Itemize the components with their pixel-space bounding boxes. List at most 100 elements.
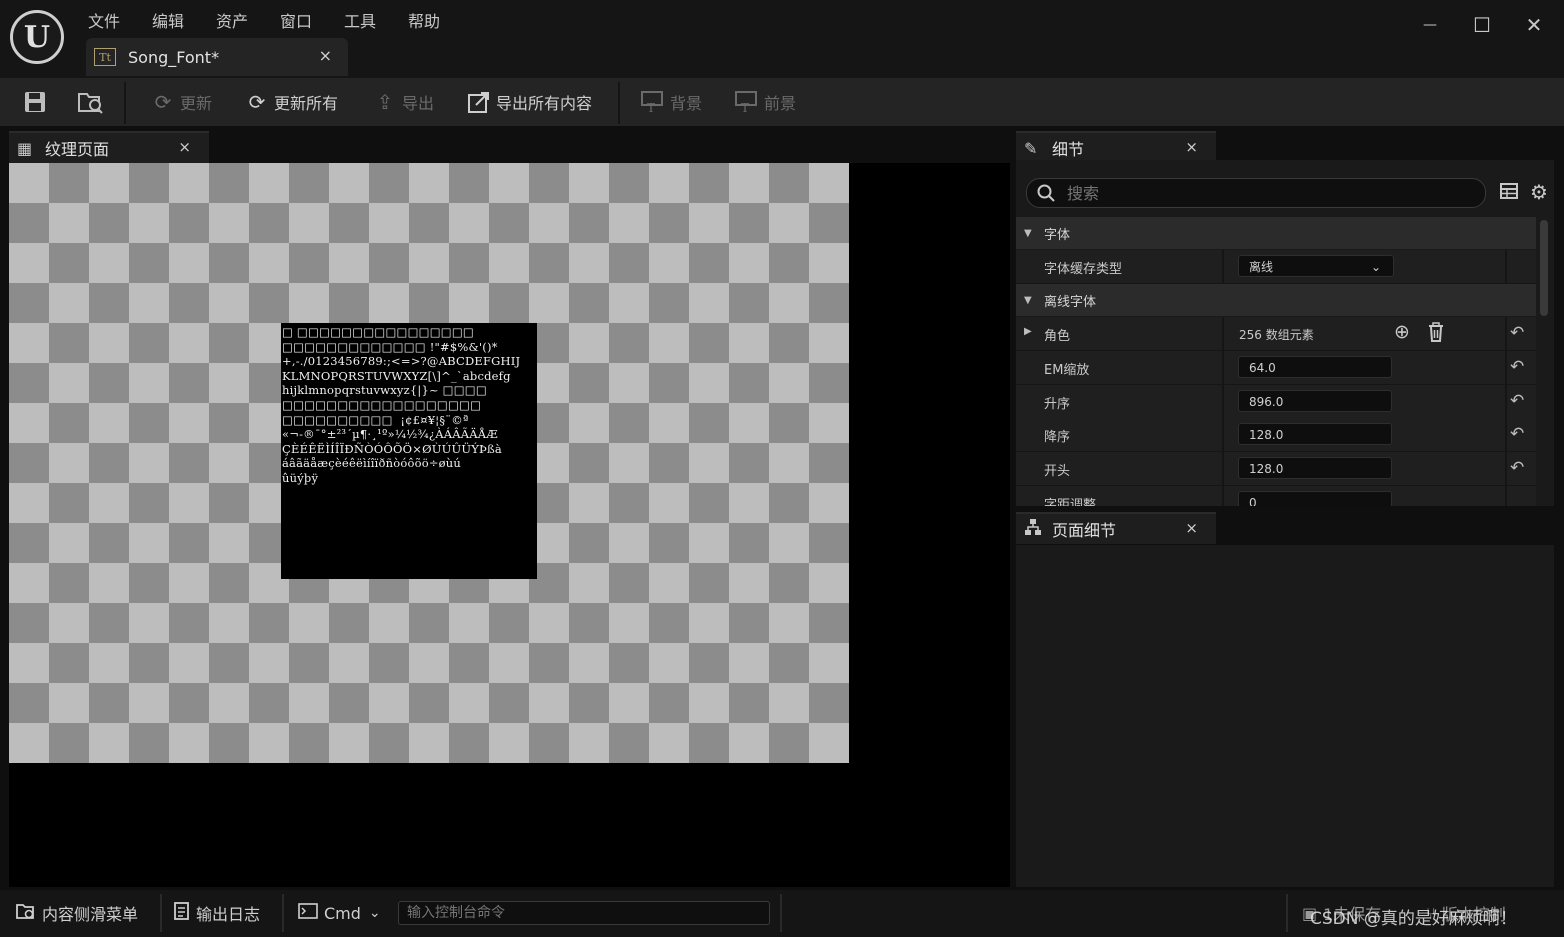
terminal-icon [298, 903, 318, 923]
details-panel: ⚙ ▼ 字体 字体缓存类型 离线 ⌄ ▼ 离线字体 ▶ 角色 256 数组元素 … [1016, 160, 1554, 506]
export-icon: ⇪ [376, 90, 394, 114]
kerning-input[interactable]: 0 [1238, 491, 1392, 506]
font-atlas-line: □□□□□□□□□□□□□ !"#$%&'()* [282, 339, 498, 354]
details-search-input[interactable] [1065, 182, 1469, 204]
column-divider [1505, 351, 1507, 384]
reset-to-default-icon[interactable]: ↶ [1510, 458, 1524, 478]
page-details-panel [1016, 545, 1554, 887]
status-separator [160, 894, 162, 932]
toolbar-separator [124, 82, 126, 124]
property-font-cache-type: 字体缓存类型 离线 ⌄ [1016, 250, 1536, 284]
reset-to-default-icon[interactable]: ↶ [1510, 357, 1524, 377]
ascent-label: 升序 [1044, 397, 1071, 412]
descent-label: 降序 [1044, 430, 1071, 445]
background-label: 背景 [670, 94, 703, 113]
column-divider [1222, 385, 1224, 418]
add-element-icon[interactable]: ⊕ [1394, 321, 1410, 343]
menu-window[interactable]: 窗口 [280, 8, 312, 32]
cmd-dropdown[interactable]: Cmd ⌄ [298, 896, 381, 930]
reset-to-default-icon[interactable]: ↶ [1510, 391, 1524, 411]
refresh-label: 更新 [180, 94, 213, 113]
expand-arrow-icon[interactable]: ▶ [1024, 326, 1032, 337]
document-tab-song-font[interactable]: Tt Song_Font* × [86, 38, 348, 76]
export-all-button[interactable]: 导出所有内容 [466, 86, 592, 118]
category-offline-font-label: 离线字体 [1044, 294, 1097, 310]
page-details-title: 页面细节 [1052, 521, 1117, 540]
column-divider [1222, 351, 1224, 384]
refresh-all-icon: ⟳ [248, 90, 266, 114]
refresh-button[interactable]: ⟳ 更新 [150, 86, 212, 118]
column-divider [1222, 486, 1224, 506]
unreal-logo-icon[interactable]: U [10, 10, 64, 64]
table-view-icon[interactable] [1500, 182, 1518, 205]
font-asset-icon: Tt [94, 48, 116, 66]
status-separator [282, 894, 284, 932]
export-all-label: 导出所有内容 [496, 94, 593, 113]
category-font[interactable]: ▼ 字体 [1016, 217, 1536, 249]
font-atlas-line: KLMNOPQRSTUVWXYZ[\]^_`abcdefg [282, 368, 511, 383]
close-window-button[interactable]: ✕ [1514, 10, 1554, 40]
texture-page-tab[interactable]: ▦ 纹理页面 × [9, 131, 209, 163]
details-tab[interactable]: ✎ 细节 × [1016, 131, 1216, 163]
save-button[interactable] [22, 86, 52, 118]
details-close-icon[interactable]: × [1185, 138, 1198, 156]
column-divider [1222, 418, 1224, 451]
leading-input[interactable]: 128.0 [1238, 457, 1392, 479]
characters-label: 角色 [1044, 329, 1071, 344]
browse-asset-button[interactable] [78, 86, 108, 118]
menu-help[interactable]: 帮助 [408, 8, 440, 32]
output-log-label: 输出日志 [196, 905, 261, 924]
menu-edit[interactable]: 编辑 [152, 8, 184, 32]
property-descent: 降序 128.0 ↶ [1016, 418, 1536, 452]
settings-gear-icon[interactable]: ⚙ [1530, 180, 1548, 204]
page-details-close-icon[interactable]: × [1185, 519, 1198, 537]
column-divider [1505, 486, 1507, 506]
content-drawer-icon [16, 902, 36, 924]
content-drawer-button[interactable]: 内容侧滑菜单 [16, 896, 138, 930]
export-all-icon [466, 89, 492, 115]
column-divider [1222, 452, 1224, 485]
export-button[interactable]: ⇪ 导出 [372, 86, 434, 118]
details-title: 细节 [1052, 140, 1085, 159]
status-separator [1286, 894, 1288, 932]
details-scrollbar[interactable] [1540, 220, 1548, 316]
column-divider [1505, 418, 1507, 451]
descent-input[interactable]: 128.0 [1238, 423, 1392, 445]
background-button[interactable]: T 背景 [640, 86, 702, 118]
refresh-icon: ⟳ [154, 90, 172, 114]
font-atlas-line: áâãäåæçèéêëìíîïðñòóôõö÷øùú [282, 456, 461, 471]
menu-tools[interactable]: 工具 [344, 8, 376, 32]
column-divider [1222, 250, 1224, 283]
refresh-all-button[interactable]: ⟳ 更新所有 [244, 86, 338, 118]
output-log-button[interactable]: 输出日志 [174, 896, 260, 930]
menu-asset[interactable]: 资产 [216, 8, 248, 32]
texture-page-close-icon[interactable]: × [178, 138, 191, 156]
font-cache-type-dropdown[interactable]: 离线 ⌄ [1238, 255, 1394, 277]
export-label: 导出 [402, 94, 435, 113]
svg-text:T: T [647, 101, 655, 113]
font-atlas-line: ûüýþÿ [282, 470, 319, 485]
title-bar: U 文件 编辑 资产 窗口 工具 帮助 — ☐ ✕ Tt Song_Font* … [0, 0, 1564, 78]
foreground-button[interactable]: T 前景 [734, 86, 796, 118]
em-scale-input[interactable]: 64.0 [1238, 356, 1392, 378]
reset-to-default-icon[interactable]: ↶ [1510, 323, 1524, 343]
ascent-input[interactable]: 896.0 [1238, 390, 1392, 412]
property-characters: ▶ 角色 256 数组元素 ⊕ ↶ [1016, 317, 1536, 351]
minimize-button[interactable]: — [1410, 10, 1450, 40]
texture-grid-icon: ▦ [17, 138, 33, 158]
column-divider [1222, 317, 1224, 350]
maximize-button[interactable]: ☐ [1462, 10, 1502, 40]
document-tab-close-icon[interactable]: × [319, 46, 332, 65]
texture-viewport[interactable]: □ □□□□□□□□□□□□□□□□ □□□□□□□□□□□□□ !"#$%&'(… [9, 163, 1010, 887]
search-icon [1037, 184, 1055, 202]
details-search-box[interactable] [1026, 178, 1486, 208]
delete-trash-icon[interactable] [1428, 322, 1444, 346]
chevron-down-icon: ⌄ [1370, 260, 1381, 274]
page-details-tab[interactable]: 页面细节 × [1016, 512, 1216, 544]
menu-file[interactable]: 文件 [88, 8, 120, 32]
reset-to-default-icon[interactable]: ↶ [1510, 424, 1524, 444]
category-offline-font[interactable]: ▼ 离线字体 [1016, 284, 1536, 316]
console-command-input[interactable] [398, 901, 770, 925]
em-scale-label: EM缩放 [1044, 363, 1090, 378]
foreground-icon: T [734, 89, 760, 115]
